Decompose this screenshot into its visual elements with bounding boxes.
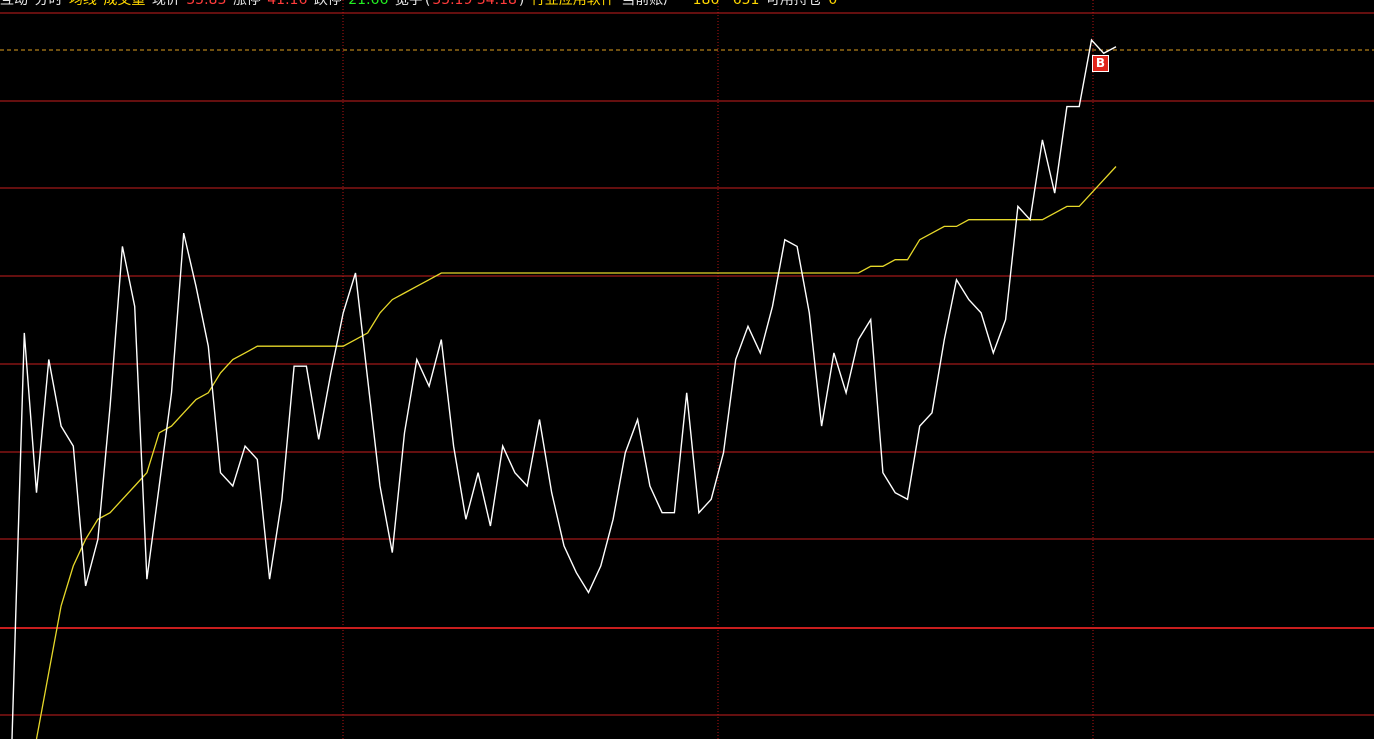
header-item-interact[interactable]: 互动: [0, 0, 28, 8]
position-value: 0: [828, 0, 838, 8]
header-item-timeshare[interactable]: 分时: [34, 0, 62, 8]
industry-link[interactable]: 行业应用软件: [531, 0, 615, 8]
range-close: ): [518, 0, 525, 8]
price-value: 35.83: [186, 0, 227, 8]
limit-down-value: 21.66: [348, 0, 389, 8]
range-label: 宽字: [394, 0, 423, 8]
header-item-volume[interactable]: 成交量: [103, 0, 145, 8]
intraday-chart[interactable]: [0, 0, 1374, 739]
account-label: 当前账户: [621, 0, 678, 8]
header-bar: 互动 分时 均线 成交量 现价 35.83 涨停 41.16 跌停 21.66 …: [0, 0, 839, 9]
limit-up-value: 41.16: [267, 0, 308, 8]
limit-down-label: 跌停: [313, 0, 342, 8]
header-item-avg-line[interactable]: 均线: [69, 0, 97, 8]
price-label: 现价: [151, 0, 180, 8]
range-open: (: [424, 0, 431, 8]
buy-signal-marker[interactable]: B: [1092, 55, 1109, 72]
account-value: · 186 · 651: [683, 0, 760, 8]
limit-up-label: 涨停: [232, 0, 261, 8]
range-value: 35.19 34.18: [432, 0, 517, 8]
position-label: 可用持仓: [765, 0, 822, 8]
